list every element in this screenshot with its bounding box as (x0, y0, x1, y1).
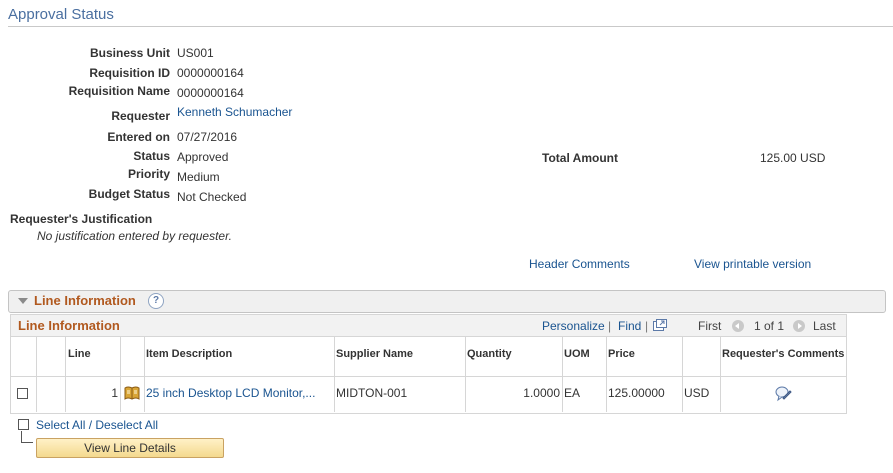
business-unit-label: Business Unit (89, 46, 170, 60)
toolbar-separator-2: | (645, 319, 649, 333)
requisition-name-label: Requisition Name (68, 84, 170, 98)
priority-value: Medium (177, 170, 220, 184)
col-icon (121, 337, 145, 377)
requester-label: Requester (111, 109, 170, 123)
select-all-checkbox[interactable] (18, 419, 29, 430)
row-range: 1 of 1 (754, 319, 785, 333)
row-select-cell (11, 377, 37, 412)
justification-value: No justification entered by requester. (37, 229, 232, 243)
next-arrow-icon[interactable] (793, 319, 805, 333)
item-catalog-book-icon[interactable] (124, 386, 140, 403)
select-all-link[interactable]: Select All / Deselect All (36, 418, 158, 432)
col-line-label: Line (68, 348, 91, 360)
row-quantity: 1.0000 (523, 386, 560, 400)
grid-header: Line Information Personalize | Find | Fi… (11, 315, 846, 337)
personalize-link[interactable]: Personalize (542, 319, 605, 333)
col-quantity: Quantity (466, 337, 563, 377)
last-label: Last (813, 319, 836, 333)
col-item-description: Item Description (145, 337, 335, 377)
section-title: Line Information (34, 293, 136, 308)
col-requesters-comments: Requester's Comments (721, 337, 846, 377)
entered-on-value: 07/27/2016 (177, 130, 238, 144)
col-quantity-label: Quantity (467, 348, 512, 360)
line-grid: Line Information Personalize | Find | Fi… (10, 314, 847, 414)
col-uom: UOM (563, 337, 607, 377)
total-amount-label: Total Amount (542, 151, 618, 165)
requisition-id-value: 0000000164 (177, 66, 244, 80)
col-price-label: Price (608, 348, 635, 360)
row-quantity-cell: 1.0000 (466, 377, 563, 412)
row-line-cell: 1 (66, 377, 121, 412)
col-supplier-name-label: Supplier Name (336, 348, 414, 360)
col-item-description-label: Item Description (146, 348, 233, 360)
collapse-triangle-icon[interactable] (18, 298, 28, 304)
row-price-cell: 125.00000 (607, 377, 683, 412)
col-uom-label: UOM (564, 348, 590, 360)
justification-label: Requester's Justification (10, 212, 153, 226)
status-value: Approved (177, 150, 229, 164)
row-supplier-name: MIDTON-001 (336, 386, 408, 400)
row-checkbox[interactable] (17, 388, 28, 399)
comment-pencil-icon[interactable] (775, 385, 792, 405)
budget-status-label: Budget Status (88, 187, 170, 201)
tree-connector-icon (21, 431, 33, 443)
title-divider (8, 26, 893, 27)
row-comments-cell (721, 377, 846, 412)
col-line: Line (66, 337, 121, 377)
find-link[interactable]: Find (618, 319, 641, 333)
priority-label: Priority (127, 167, 170, 181)
col-price: Price (607, 337, 683, 377)
status-label: Status (133, 149, 170, 163)
item-description-link[interactable]: 25 inch Desktop LCD Monitor,... (146, 386, 315, 400)
row-icon-cell (121, 377, 145, 412)
requisition-id-label: Requisition ID (89, 66, 170, 80)
business-unit-value: US001 (177, 46, 214, 60)
col-requesters-comments-label: Requester's Comments (722, 348, 845, 360)
entered-on-label: Entered on (107, 130, 170, 144)
requester-link[interactable]: Kenneth Schumacher (177, 105, 292, 119)
prev-arrow-icon[interactable] (732, 319, 744, 333)
page-title: Approval Status (8, 6, 114, 23)
row-supplier-cell: MIDTON-001 (335, 377, 466, 412)
view-line-details-button[interactable]: View Line Details (36, 438, 224, 458)
row-blank-cell (37, 377, 66, 412)
col-supplier-name: Supplier Name (335, 337, 466, 377)
col-select (11, 337, 37, 377)
requisition-name-value: 0000000164 (177, 86, 244, 100)
view-all-icon[interactable] (653, 319, 667, 334)
row-uom: EA (564, 386, 581, 400)
col-blank (37, 337, 66, 377)
help-icon[interactable]: ? (148, 293, 164, 309)
first-label: First (698, 319, 722, 333)
row-uom-cell: EA (563, 377, 607, 412)
grid-title: Line Information (18, 318, 120, 333)
total-amount-value: 125.00 USD (760, 151, 826, 165)
printable-version-link[interactable]: View printable version (694, 257, 811, 271)
row-item-description-cell: 25 inch Desktop LCD Monitor,... (145, 377, 335, 412)
row-price: 125.00000 (608, 386, 665, 400)
line-information-section[interactable]: Line Information ? (8, 290, 886, 313)
row-line-number: 1 (111, 386, 118, 400)
budget-status-value: Not Checked (177, 190, 247, 204)
col-currency (683, 337, 721, 377)
toolbar-separator: | (608, 319, 612, 333)
row-currency-cell: USD (683, 377, 721, 412)
header-comments-link[interactable]: Header Comments (529, 257, 630, 271)
row-currency: USD (684, 386, 710, 400)
